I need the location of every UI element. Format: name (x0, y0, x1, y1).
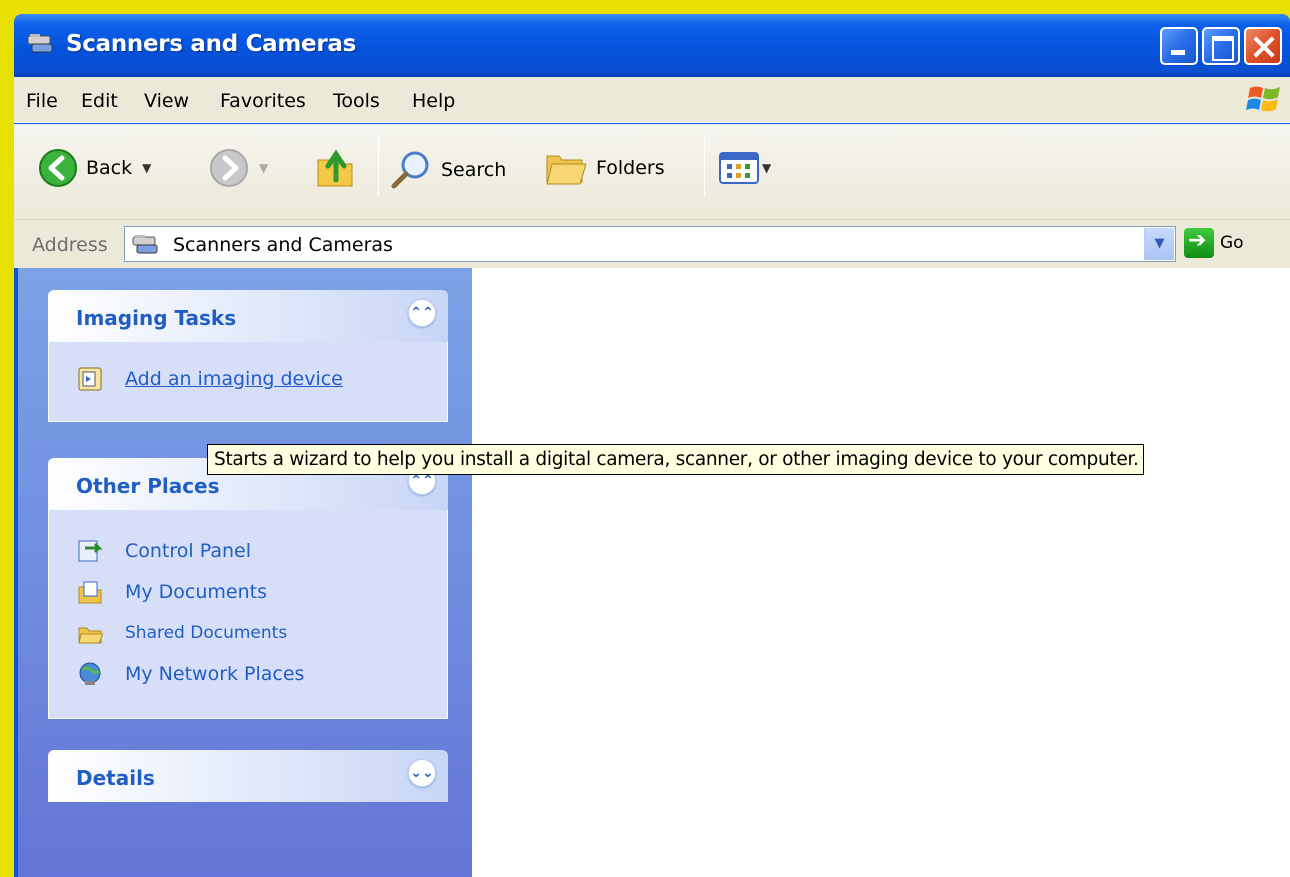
views-dropdown-icon[interactable]: ▼ (762, 161, 771, 175)
folder-content-area[interactable] (472, 268, 1290, 877)
maximize-button[interactable] (1202, 27, 1240, 65)
menu-edit[interactable]: Edit (81, 90, 118, 112)
my-documents-link[interactable]: My Documents (125, 581, 267, 603)
up-folder-button[interactable] (314, 146, 358, 190)
forward-arrow-icon (210, 149, 248, 187)
menu-help[interactable]: Help (412, 90, 455, 112)
details-panel: Details ⌄⌄ (48, 750, 448, 802)
address-value: Scanners and Cameras (173, 234, 393, 256)
forward-button[interactable]: ▼ (209, 148, 268, 188)
title-bar[interactable]: Scanners and Cameras (14, 14, 1290, 77)
back-dropdown-icon[interactable]: ▼ (142, 161, 151, 175)
windows-logo-icon (1246, 86, 1280, 112)
close-button[interactable] (1244, 27, 1282, 65)
search-icon (391, 151, 429, 189)
network-places-icon (79, 662, 101, 685)
control-panel-icon (78, 540, 103, 562)
search-label: Search (441, 159, 507, 181)
address-field[interactable]: Scanners and Cameras ▼ (124, 226, 1176, 262)
back-label: Back (86, 157, 133, 179)
minimize-button[interactable] (1160, 27, 1198, 65)
imaging-tasks-title: Imaging Tasks (76, 306, 237, 330)
task-pane: Imaging Tasks ⌃⌃ Add an imaging device O… (14, 268, 472, 877)
go-button[interactable]: Go (1184, 228, 1244, 258)
views-grid-icon (719, 152, 759, 184)
menu-file[interactable]: File (26, 90, 58, 112)
menu-view[interactable]: View (144, 90, 189, 112)
place-my-documents[interactable]: My Documents (77, 579, 267, 605)
window-title: Scanners and Cameras (66, 31, 356, 57)
folders-button[interactable]: Folders (544, 148, 665, 188)
collapse-icon[interactable]: ⌃⌃ (408, 299, 436, 327)
details-header[interactable]: Details ⌄⌄ (48, 750, 448, 802)
go-arrow-icon (1184, 228, 1214, 258)
back-button[interactable]: Back ▼ (38, 148, 151, 188)
toolbar-separator (378, 134, 379, 196)
imaging-tasks-header[interactable]: Imaging Tasks ⌃⌃ (48, 290, 448, 342)
back-arrow-icon (39, 149, 77, 187)
expand-icon[interactable]: ⌄⌄ (408, 759, 436, 787)
folders-label: Folders (596, 157, 665, 179)
menu-favorites[interactable]: Favorites (220, 90, 306, 112)
tooltip: Starts a wizard to help you install a di… (207, 444, 1144, 475)
views-button[interactable]: ▼ (719, 152, 771, 184)
toolbar-separator (704, 134, 705, 196)
place-my-network-places[interactable]: My Network Places (77, 661, 304, 687)
menu-tools[interactable]: Tools (333, 90, 380, 112)
address-dropdown-icon[interactable]: ▼ (1144, 228, 1174, 260)
go-label: Go (1220, 233, 1244, 253)
other-places-title: Other Places (76, 474, 220, 498)
menu-bar: File Edit View Favorites Tools Help (14, 77, 1290, 123)
my-network-places-link[interactable]: My Network Places (125, 663, 304, 685)
control-panel-link[interactable]: Control Panel (125, 540, 251, 562)
place-shared-documents[interactable]: Shared Documents (77, 620, 287, 646)
search-button[interactable]: Search (389, 148, 506, 192)
shared-documents-link[interactable]: Shared Documents (125, 623, 287, 643)
toolbar: Back ▼ ▼ Search Folders ▼ (14, 124, 1290, 220)
details-title: Details (76, 766, 155, 790)
scanner-camera-icon (132, 235, 158, 254)
address-label: Address (32, 234, 108, 256)
other-places-body: Control Panel My Documents Shared Docume… (48, 510, 448, 719)
imaging-tasks-panel: Imaging Tasks ⌃⌃ Add an imaging device (48, 290, 448, 422)
other-places-panel: Other Places ⌃⌃ Control Panel My Documen… (48, 458, 448, 719)
imaging-tasks-body: Add an imaging device (48, 342, 448, 422)
scanner-camera-icon (27, 34, 53, 53)
forward-dropdown-icon[interactable]: ▼ (259, 161, 268, 175)
folder-icon (78, 627, 103, 644)
address-bar: Address Scanners and Cameras ▼ Go (14, 220, 1290, 268)
add-device-icon (78, 367, 102, 391)
folders-icon (546, 155, 587, 185)
add-imaging-device-link[interactable]: Add an imaging device (125, 368, 343, 390)
my-documents-icon (78, 581, 102, 604)
up-folder-icon (317, 149, 353, 187)
task-add-imaging-device[interactable]: Add an imaging device (77, 366, 343, 392)
place-control-panel[interactable]: Control Panel (77, 538, 251, 564)
